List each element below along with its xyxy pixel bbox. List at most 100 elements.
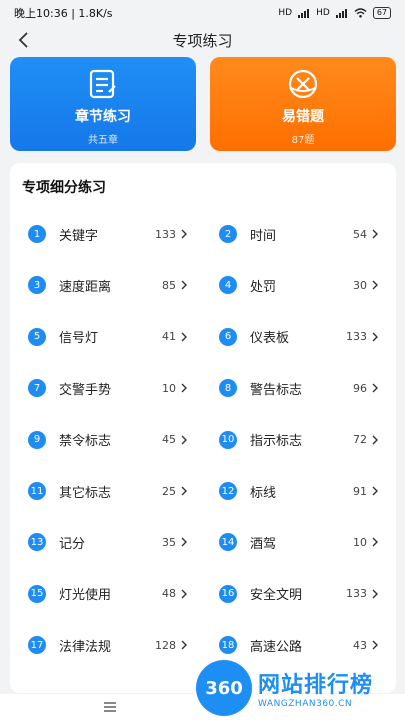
category-item[interactable]: 2 时间 54 bbox=[219, 219, 379, 249]
watermark-logo: 360 bbox=[196, 660, 252, 716]
chapter-practice-label: 章节练习 bbox=[75, 109, 131, 125]
category-item[interactable]: 13 记分 35 bbox=[28, 527, 188, 557]
category-item[interactable]: 6 仪表板 133 bbox=[219, 322, 379, 352]
battery-icon: 67 bbox=[372, 7, 391, 19]
item-number-badge: 11 bbox=[28, 482, 46, 500]
watermark-text: 网站排行榜 WANGZHAN360.CN bbox=[258, 667, 373, 709]
item-count: 48 bbox=[162, 587, 176, 601]
item-count: 85 bbox=[162, 278, 176, 292]
item-number-badge: 4 bbox=[219, 276, 237, 295]
chevron-right-icon bbox=[181, 640, 187, 650]
item-count: 10 bbox=[162, 381, 176, 395]
item-label: 信号灯 bbox=[59, 331, 99, 347]
chevron-right-icon bbox=[181, 280, 187, 290]
chevron-right-icon bbox=[372, 486, 378, 496]
item-label: 交警手势 bbox=[59, 382, 112, 398]
category-item[interactable]: 11 其它标志 25 bbox=[28, 476, 188, 506]
item-count: 128 bbox=[155, 638, 176, 652]
cross-circle-icon bbox=[288, 69, 318, 99]
item-count: 72 bbox=[353, 433, 367, 447]
item-label: 标线 bbox=[250, 485, 277, 501]
document-icon bbox=[89, 69, 116, 99]
item-number-badge: 7 bbox=[28, 379, 46, 398]
category-item[interactable]: 9 禁令标志 45 bbox=[28, 425, 188, 455]
item-number-badge: 10 bbox=[219, 430, 237, 449]
nav-bar: 专项练习 bbox=[0, 26, 405, 54]
watermark: 360 网站排行榜 WANGZHAN360.CN bbox=[196, 656, 405, 720]
chevron-right-icon bbox=[372, 229, 378, 239]
item-number-badge: 9 bbox=[28, 430, 46, 449]
chevron-right-icon bbox=[372, 383, 378, 393]
item-number-badge: 14 bbox=[219, 533, 237, 552]
chapter-practice-card[interactable]: 章节练习 共五章 bbox=[10, 57, 196, 151]
item-label: 指示标志 bbox=[250, 434, 303, 450]
item-label: 法律法规 bbox=[59, 639, 112, 655]
category-item[interactable]: 17 法律法规 128 bbox=[28, 630, 188, 660]
item-count: 133 bbox=[346, 330, 367, 344]
item-label: 禁令标志 bbox=[59, 434, 112, 450]
status-time: 晚上10:36 | 1.8K/s bbox=[14, 7, 113, 20]
category-item[interactable]: 12 标线 91 bbox=[219, 476, 379, 506]
item-label: 其它标志 bbox=[59, 485, 112, 501]
wrong-questions-card[interactable]: 易错题 87题 bbox=[210, 57, 396, 151]
wifi-icon bbox=[354, 8, 367, 18]
item-number-badge: 18 bbox=[219, 636, 237, 655]
signal-icon-1: HD bbox=[278, 8, 293, 18]
category-panel: 专项细分练习 1 关键字 133 2 时间 54 3 速度距离 85 4 处罚 30 5 信号灯 41 6 仪表… bbox=[10, 163, 396, 693]
watermark-title: 网站排行榜 bbox=[258, 673, 374, 698]
item-label: 警告标志 bbox=[250, 382, 303, 398]
item-label: 仪表板 bbox=[250, 331, 290, 347]
item-label: 灯光使用 bbox=[59, 588, 112, 604]
item-label: 高速公路 bbox=[250, 639, 303, 655]
chevron-right-icon bbox=[372, 589, 378, 599]
category-item[interactable]: 16 安全文明 133 bbox=[219, 579, 379, 609]
signal-bars-icon bbox=[298, 8, 310, 18]
item-count: 43 bbox=[353, 638, 367, 652]
wrong-questions-label: 易错题 bbox=[282, 109, 324, 125]
chevron-right-icon bbox=[372, 280, 378, 290]
item-label: 时间 bbox=[250, 228, 277, 244]
item-count: 133 bbox=[155, 227, 176, 241]
chevron-right-icon bbox=[181, 537, 187, 547]
category-item[interactable]: 3 速度距离 85 bbox=[28, 270, 188, 300]
item-number-badge: 13 bbox=[28, 533, 46, 552]
item-label: 关键字 bbox=[59, 228, 99, 244]
item-count: 91 bbox=[353, 484, 367, 498]
back-button[interactable] bbox=[14, 30, 34, 50]
panel-title: 专项细分练习 bbox=[22, 180, 106, 196]
item-label: 记分 bbox=[59, 536, 86, 552]
category-item[interactable]: 14 酒驾 10 bbox=[219, 527, 379, 557]
category-item[interactable]: 8 警告标志 96 bbox=[219, 373, 379, 403]
item-label: 酒驾 bbox=[250, 536, 277, 552]
item-count: 133 bbox=[346, 587, 367, 601]
item-number-badge: 6 bbox=[219, 327, 237, 346]
item-number-badge: 3 bbox=[28, 276, 46, 295]
menu-icon[interactable] bbox=[103, 700, 117, 714]
chevron-right-icon bbox=[181, 589, 187, 599]
category-item[interactable]: 1 关键字 133 bbox=[28, 219, 188, 249]
chevron-right-icon bbox=[372, 435, 378, 445]
category-item[interactable]: 7 交警手势 10 bbox=[28, 373, 188, 403]
chevron-right-icon bbox=[372, 537, 378, 547]
item-count: 30 bbox=[353, 278, 367, 292]
item-number-badge: 8 bbox=[219, 379, 237, 398]
item-label: 安全文明 bbox=[250, 588, 303, 604]
status-bar: 晚上10:36 | 1.8K/s HD HD 67 bbox=[0, 0, 405, 26]
chevron-right-icon bbox=[372, 332, 378, 342]
category-item[interactable]: 4 处罚 30 bbox=[219, 270, 379, 300]
item-number-badge: 2 bbox=[219, 225, 237, 243]
category-item[interactable]: 15 灯光使用 48 bbox=[28, 579, 188, 609]
item-count: 54 bbox=[353, 227, 367, 241]
status-icons: HD HD 67 bbox=[278, 7, 391, 19]
category-item[interactable]: 10 指示标志 72 bbox=[219, 425, 379, 455]
category-item[interactable]: 5 信号灯 41 bbox=[28, 322, 188, 352]
item-label: 速度距离 bbox=[59, 279, 112, 295]
item-number-badge: 5 bbox=[28, 327, 46, 346]
chevron-right-icon bbox=[181, 229, 187, 239]
item-count: 10 bbox=[353, 535, 367, 549]
item-number-badge: 12 bbox=[219, 482, 237, 500]
item-number-badge: 15 bbox=[28, 584, 46, 603]
item-number-badge: 17 bbox=[28, 636, 46, 655]
chevron-left-icon bbox=[18, 32, 28, 48]
item-count: 35 bbox=[162, 535, 176, 549]
